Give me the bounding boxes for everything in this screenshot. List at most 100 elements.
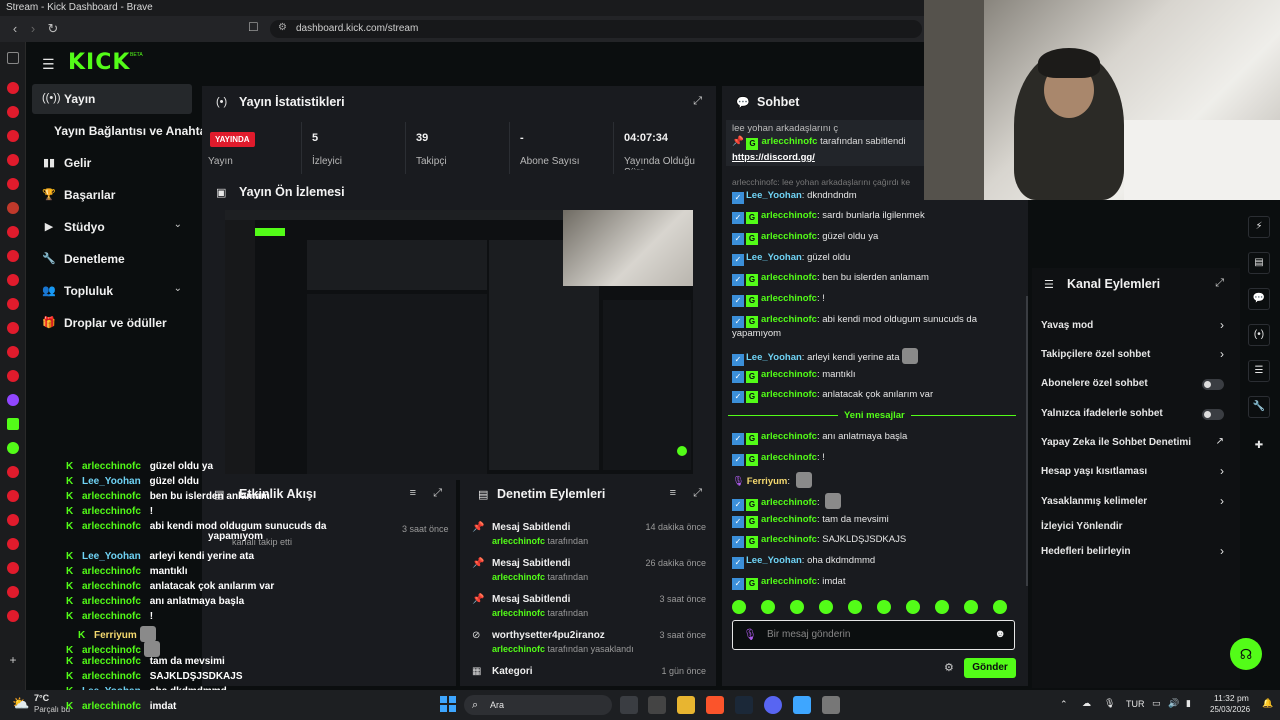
chat-input[interactable]: 🎙 Bir mesaj gönderin ☻: [732, 620, 1015, 650]
nav-item-stream[interactable]: ((•)) Yayın: [32, 84, 192, 114]
pinned-site-icon[interactable]: [7, 226, 19, 238]
chat-username[interactable]: arlecchinofc: [761, 497, 817, 508]
pinned-by-user[interactable]: arlecchinofc: [761, 136, 817, 147]
emote-icon[interactable]: [790, 600, 804, 614]
pinned-site-icon[interactable]: [7, 442, 19, 454]
battery-icon[interactable]: ▮: [1186, 698, 1191, 709]
app-icon[interactable]: [793, 696, 811, 714]
add-widget-icon[interactable]: ✚: [1248, 436, 1270, 458]
mod-action-row[interactable]: 📌 Mesaj Sabitlendi arlecchinofc tarafınd…: [460, 594, 716, 628]
popout-icon[interactable]: ⤢: [433, 487, 442, 500]
file-explorer-icon[interactable]: [677, 696, 695, 714]
pinned-site-icon[interactable]: [7, 178, 19, 190]
menu-icon[interactable]: ☰: [42, 56, 55, 73]
emote-icon[interactable]: [993, 600, 1007, 614]
weather-icon[interactable]: ⛅: [12, 695, 29, 712]
pinned-site-icon[interactable]: [7, 490, 19, 502]
start-icon[interactable]: [440, 696, 456, 712]
mod-action-row[interactable]: 📌 Mesaj Sabitlendi arlecchinofc tarafınd…: [460, 558, 716, 592]
forward-icon[interactable]: ›: [24, 20, 42, 38]
app-icon[interactable]: [648, 696, 666, 714]
brave-icon[interactable]: [706, 696, 724, 714]
chat-username[interactable]: Lee_Yoohan: [746, 252, 802, 263]
chat-username[interactable]: arlecchinofc: [761, 369, 817, 380]
twitch-icon[interactable]: [7, 394, 19, 406]
chat-username[interactable]: arlecchinofc: [761, 210, 817, 221]
pinned-site-icon[interactable]: [7, 274, 19, 286]
chat-icon[interactable]: 💬: [1248, 288, 1270, 310]
task-view-icon[interactable]: [620, 696, 638, 714]
pinned-site-icon[interactable]: [7, 562, 19, 574]
emote-icon[interactable]: [732, 600, 746, 614]
document-icon[interactable]: ▤: [1248, 252, 1270, 274]
action-banned-words[interactable]: Yasaklanmış kelimeler ›: [1032, 494, 1240, 512]
nav-item-stream-key[interactable]: Yayın Bağlantısı ve Anahtarı: [26, 116, 214, 146]
pinned-site-icon[interactable]: [7, 154, 19, 166]
kick-icon[interactable]: [7, 418, 19, 430]
emote-icon[interactable]: [819, 600, 833, 614]
emote-icon[interactable]: [964, 600, 978, 614]
pinned-site-icon[interactable]: [7, 130, 19, 142]
mic-icon[interactable]: 🎙: [1104, 698, 1115, 709]
nav-item-drops[interactable]: 🎁 Droplar ve ödüller: [32, 308, 192, 338]
pinned-site-icon[interactable]: [7, 538, 19, 550]
chat-username[interactable]: Lee_Yoohan: [746, 190, 802, 201]
nav-item-achievements[interactable]: 🏆 Başarılar: [32, 180, 192, 210]
emotes-only-toggle[interactable]: [1202, 409, 1224, 420]
network-icon[interactable]: ▭: [1152, 698, 1161, 709]
mod-action-user[interactable]: arlecchinofc: [492, 536, 545, 546]
pinned-site-icon[interactable]: [7, 466, 19, 478]
emoji-icon[interactable]: ☻: [994, 628, 1006, 640]
chat-username[interactable]: arlecchinofc: [761, 389, 817, 400]
filter-icon[interactable]: ≡: [410, 487, 416, 499]
pinned-message[interactable]: lee yohan arkadaşlarını ç 📌 Garlecchinof…: [726, 120, 926, 166]
mod-action-user[interactable]: arlecchinofc: [492, 608, 545, 618]
support-icon[interactable]: ☊: [1230, 638, 1262, 670]
pinned-site-icon[interactable]: [7, 346, 19, 358]
volume-icon[interactable]: 🔊: [1168, 698, 1179, 709]
pinned-site-icon[interactable]: [7, 298, 19, 310]
pinned-site-icon[interactable]: [7, 610, 19, 622]
mic-icon[interactable]: 🎙: [743, 628, 757, 641]
mod-action-row[interactable]: ▦ Kategori 1 gün önce: [460, 666, 716, 684]
mod-action-row[interactable]: ⊘ worthysetter4pu2iranoz arlecchinofc ta…: [460, 630, 716, 664]
bookmark-icon[interactable]: ☐: [248, 20, 259, 34]
emote-icon[interactable]: [906, 600, 920, 614]
chat-username[interactable]: arlecchinofc: [761, 534, 817, 545]
pinned-site-icon[interactable]: [7, 82, 19, 94]
pinned-site-icon[interactable]: [7, 370, 19, 382]
nav-item-revenue[interactable]: ▮▮ Gelir: [32, 148, 192, 178]
url-bar[interactable]: ⚙ dashboard.kick.com/stream: [270, 20, 922, 38]
chat-username[interactable]: arlecchinofc: [761, 452, 817, 463]
notification-icon[interactable]: 🔔: [1262, 698, 1273, 709]
wrench-icon[interactable]: 🔧: [1248, 396, 1270, 418]
action-goals[interactable]: Hedefleri belirleyin ›: [1032, 544, 1240, 562]
chat-username[interactable]: arlecchinofc: [761, 293, 817, 304]
reload-icon[interactable]: ↻: [44, 20, 62, 38]
chat-username[interactable]: arlecchinofc: [761, 272, 817, 283]
pinned-link[interactable]: https://discord.gg/: [732, 152, 815, 163]
pinned-site-icon[interactable]: [7, 322, 19, 334]
taskbar-search[interactable]: ⌕ Ara: [464, 695, 612, 715]
url-text[interactable]: dashboard.kick.com/stream: [296, 23, 418, 34]
action-followers-only[interactable]: Takipçilere özel sohbet ›: [1032, 347, 1240, 365]
clock-time[interactable]: 11:32 pm: [1214, 693, 1249, 703]
nav-item-community[interactable]: 👥 Topluluk ⌄: [32, 276, 192, 306]
tray-chevron-icon[interactable]: ⌃: [1060, 699, 1068, 710]
nav-item-moderation[interactable]: 🔧 Denetleme: [32, 244, 192, 274]
settings-icon[interactable]: ⚙: [944, 661, 954, 674]
popout-icon[interactable]: ⤢: [693, 487, 702, 500]
chat-username[interactable]: arlecchinofc: [761, 231, 817, 242]
chat-username[interactable]: arlecchinofc: [761, 431, 817, 442]
clock-date[interactable]: 25/03/2026: [1210, 705, 1250, 714]
filter-icon[interactable]: ≡: [670, 487, 676, 499]
emote-icon[interactable]: [877, 600, 891, 614]
stream-preview-video[interactable]: [225, 210, 693, 474]
send-button[interactable]: Gönder: [964, 658, 1016, 678]
mod-action-user[interactable]: arlecchinofc: [492, 572, 545, 582]
chat-scrollbar[interactable]: [1026, 296, 1028, 586]
chat-username[interactable]: Lee_Yoohan: [746, 555, 802, 566]
site-info-icon[interactable]: ⚙: [278, 22, 287, 33]
mod-action-row[interactable]: 📌 Mesaj Sabitlendi arlecchinofc tarafınd…: [460, 522, 716, 556]
action-host[interactable]: İzleyici Yönlendir: [1032, 519, 1240, 537]
